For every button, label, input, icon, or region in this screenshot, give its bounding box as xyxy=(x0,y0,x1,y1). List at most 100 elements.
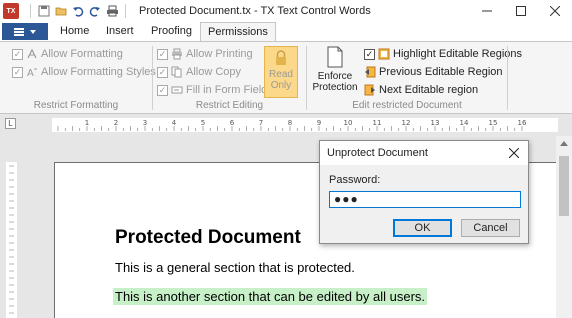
ruler-bar: L 1 2 3 4 5 6 7 8 9 10 11 12 13 14 15 16 xyxy=(0,114,572,136)
ruler-number: 7 xyxy=(259,119,263,127)
next-region-icon xyxy=(364,84,376,96)
allow-printing-checkbox[interactable]: ✓ Allow Printing xyxy=(157,48,253,60)
ruler-number: 5 xyxy=(201,119,205,127)
protected-paragraph: This is a general section that is protec… xyxy=(115,260,355,275)
allow-copy-checkbox[interactable]: ✓ Allow Copy xyxy=(157,66,241,78)
document-icon xyxy=(327,46,343,71)
group-restrict-formatting: ✓ Allow Formatting ✓ A Allow Formatting … xyxy=(0,42,156,113)
previous-editable-region-button[interactable]: Previous Editable Region xyxy=(364,66,503,78)
qat-separator xyxy=(125,4,126,18)
ruler-number: 11 xyxy=(373,119,382,127)
format-icon xyxy=(26,48,38,60)
group-divider xyxy=(507,46,508,110)
allow-formatting-label: Allow Formatting xyxy=(41,48,123,60)
password-label: Password: xyxy=(329,174,381,186)
title-bar: TX Protected Document.tx - TX Text Contr… xyxy=(0,0,572,22)
highlight-editable-regions-label: Highlight Editable Regions xyxy=(393,48,523,60)
fill-in-form-fields-label: Fill in Form Fields xyxy=(186,84,273,96)
save-icon[interactable] xyxy=(37,4,51,18)
previous-region-icon xyxy=(364,66,376,78)
app-icon: TX xyxy=(3,3,19,19)
undo-icon[interactable] xyxy=(71,4,85,18)
scrollbar-thumb[interactable] xyxy=(559,156,569,216)
previous-editable-region-label: Previous Editable Region xyxy=(379,66,503,78)
ruler-number: 15 xyxy=(489,119,498,127)
checkbox-icon: ✓ xyxy=(12,66,23,78)
minimize-button[interactable] xyxy=(470,0,504,22)
print-icon[interactable] xyxy=(105,4,119,18)
unprotect-document-dialog: Unprotect Document Password: ●●● OK Canc… xyxy=(319,140,529,244)
checkbox-icon: ✓ xyxy=(364,48,375,60)
fill-in-form-fields-checkbox[interactable]: ✓ Fill in Form Fields xyxy=(157,84,273,96)
dialog-title-bar: Unprotect Document xyxy=(320,141,528,165)
maximize-button[interactable] xyxy=(504,0,538,22)
allow-formatting-checkbox[interactable]: ✓ Allow Formatting xyxy=(12,48,123,60)
copy-icon xyxy=(171,66,183,78)
enforce-protection-button[interactable]: Enforce Protection xyxy=(312,46,358,102)
read-only-label-line2: Only xyxy=(270,80,292,91)
enforce-label-line1: Enforce xyxy=(317,71,353,82)
ruler-number: 2 xyxy=(114,119,118,127)
checkbox-icon: ✓ xyxy=(157,84,168,96)
file-menu-button[interactable] xyxy=(2,23,48,40)
ruler-number: 16 xyxy=(518,119,527,127)
dialog-title: Unprotect Document xyxy=(327,147,428,159)
open-folder-icon[interactable] xyxy=(54,4,68,18)
ruler-number: 6 xyxy=(230,119,235,127)
ok-button[interactable]: OK xyxy=(393,219,452,237)
enforce-label-line2: Protection xyxy=(312,82,358,93)
lock-icon xyxy=(274,50,288,69)
group-label: Restrict Editing xyxy=(195,100,264,111)
horizontal-ruler[interactable]: 1 2 3 4 5 6 7 8 9 10 11 12 13 14 15 16 xyxy=(52,118,558,132)
tab-permissions[interactable]: Permissions xyxy=(200,22,276,42)
menu-icon xyxy=(14,30,24,33)
allow-printing-label: Allow Printing xyxy=(186,48,253,60)
window-controls xyxy=(470,0,572,22)
tab-stop-selector[interactable]: L xyxy=(5,118,16,129)
print-icon xyxy=(171,48,183,60)
ruler-number: 10 xyxy=(344,119,353,127)
next-editable-region-button[interactable]: Next Editable region xyxy=(364,84,478,96)
highlight-icon xyxy=(378,48,390,60)
chevron-down-icon xyxy=(30,29,36,34)
group-label: Restrict Formatting xyxy=(33,100,119,111)
ruler-number: 8 xyxy=(288,119,292,127)
scroll-up-icon[interactable] xyxy=(556,136,572,150)
ruler-number: 4 xyxy=(172,119,177,127)
checkbox-icon: ✓ xyxy=(12,48,23,60)
ruler-number: 9 xyxy=(317,119,321,127)
password-field[interactable]: ●●● xyxy=(329,191,521,208)
checkbox-icon: ✓ xyxy=(157,66,168,78)
read-only-label-line1: Read xyxy=(269,69,293,80)
cancel-button[interactable]: Cancel xyxy=(461,219,520,237)
ruler-number: 1 xyxy=(85,119,89,127)
document-heading: Protected Document xyxy=(115,227,301,248)
editable-region-paragraph[interactable]: This is another section that can be edit… xyxy=(113,288,428,305)
allow-copy-label: Allow Copy xyxy=(186,66,242,78)
redo-icon[interactable] xyxy=(88,4,102,18)
next-editable-region-label: Next Editable region xyxy=(379,84,479,96)
vertical-ruler[interactable] xyxy=(6,162,17,318)
tab-home[interactable]: Home xyxy=(60,25,89,41)
close-button[interactable] xyxy=(538,0,572,22)
ruler-number: 12 xyxy=(402,119,411,127)
window-title: Protected Document.tx - TX Text Control … xyxy=(139,5,371,17)
checkbox-icon: ✓ xyxy=(157,48,168,60)
tab-proofing[interactable]: Proofing xyxy=(151,25,192,41)
quick-access-toolbar xyxy=(27,4,129,18)
ribbon-panel: ✓ Allow Formatting ✓ A Allow Formatting … xyxy=(0,41,572,114)
ribbon-tabs: Home Insert Proofing Permissions xyxy=(0,22,572,42)
qat-separator xyxy=(30,4,31,18)
read-only-button[interactable]: Read Only xyxy=(264,46,298,98)
allow-formatting-styles-label: Allow Formatting Styles xyxy=(41,66,156,78)
ruler-number: 3 xyxy=(143,119,147,127)
ruler-number: 14 xyxy=(460,119,469,127)
highlight-editable-regions-checkbox[interactable]: ✓ Highlight Editable Regions xyxy=(364,48,522,60)
allow-formatting-styles-checkbox[interactable]: ✓ A Allow Formatting Styles xyxy=(12,66,156,78)
styles-icon: A xyxy=(26,66,38,78)
ruler-number: 13 xyxy=(431,119,440,127)
close-icon[interactable] xyxy=(506,145,522,161)
form-field-icon xyxy=(171,84,183,96)
vertical-scrollbar[interactable] xyxy=(556,136,572,318)
tab-insert[interactable]: Insert xyxy=(106,25,134,41)
